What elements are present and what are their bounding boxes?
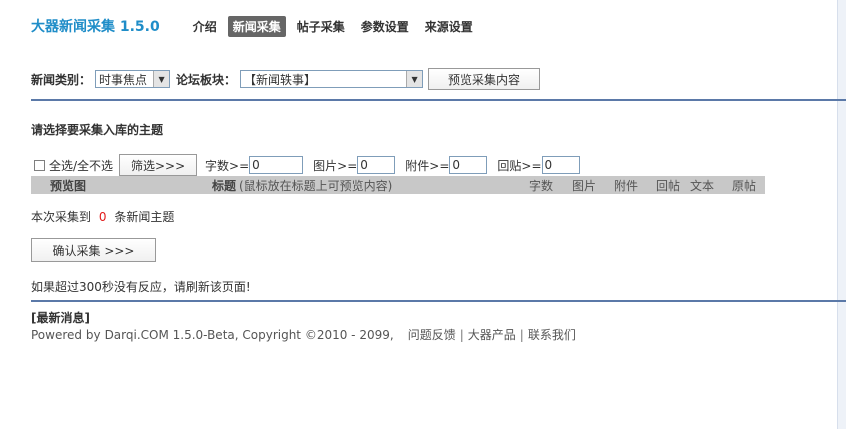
result-count: 0 [98, 210, 107, 224]
confirm-collect-button[interactable]: 确认采集 >>> [31, 238, 156, 262]
category-select-value: 时事焦点 [99, 72, 148, 87]
attachment-count-input[interactable]: 0 [449, 156, 488, 174]
preview-button[interactable]: 预览采集内容 [428, 68, 541, 90]
reply-count-input[interactable]: 0 [541, 156, 580, 174]
latest-news-label: [最新消息] [31, 311, 90, 325]
feedback-link[interactable]: 问题反馈 [408, 326, 456, 343]
table-header: 预览图 标题 (鼠标放在标题上可预览内容) 字数 图片 附件 回帖 文本 原帖 [31, 176, 765, 194]
tab-params[interactable]: 参数设置 [356, 16, 414, 37]
forum-label: 论坛板块： [176, 72, 237, 87]
app-title: 大器新闻采集 1.5.0 [31, 19, 160, 35]
word-count-label: 字数>= [205, 158, 250, 173]
header: 大器新闻采集 1.5.0 介绍 新闻采集 帖子采集 参数设置 来源设置 [31, 14, 484, 38]
powered-by-text: Powered by [31, 327, 101, 342]
col-images: 图片 [572, 179, 597, 193]
tab-sources[interactable]: 来源设置 [420, 16, 478, 37]
col-title-hint: (鼠标放在标题上可预览内容) [239, 179, 393, 193]
filter-button[interactable]: 筛选>>> [119, 154, 198, 176]
image-count-label: 图片>= [313, 158, 358, 173]
footer: Powered by Darqi.COM 1.5.0-Beta , Copyri… [31, 326, 576, 343]
copyright-text: , Copyright ©2010 - 2099, [234, 327, 394, 342]
timeout-note: 如果超过300秒没有反应，请刷新该页面! [31, 280, 251, 294]
select-all-label: 全选/全不选 [49, 158, 114, 173]
separator: | [519, 327, 524, 342]
result-suffix: 条新闻主题 [114, 210, 175, 224]
word-count-input[interactable]: 0 [249, 156, 304, 174]
forum-select-value: 【新闻轶事】 [244, 72, 317, 87]
category-select[interactable]: 时事焦点 ▼ [95, 70, 171, 88]
tab-news-collect[interactable]: 新闻采集 [227, 15, 286, 37]
reply-count-label: 回贴>= [497, 158, 542, 173]
category-label: 新闻类别： [31, 72, 92, 87]
criteria-row: 全选/全不选 筛选>>> 字数>= 0 图片>= 0 附件>= 0 回贴>= 0 [34, 154, 580, 176]
col-preview: 预览图 [50, 179, 87, 193]
col-title: 标题 [212, 179, 237, 193]
col-attachments: 附件 [614, 179, 639, 193]
filter-bar: 新闻类别： 时事焦点 ▼ 论坛板块： 【新闻轶事】 ▼ 预览采集内容 [31, 68, 541, 90]
image-count-input[interactable]: 0 [357, 156, 396, 174]
section-title: 请选择要采集入库的主题 [31, 123, 164, 137]
col-source: 原帖 [732, 179, 757, 193]
col-replies: 回帖 [656, 179, 681, 193]
result-prefix: 本次采集到 [31, 210, 92, 224]
col-words: 字数 [529, 179, 554, 193]
divider [31, 99, 846, 101]
forum-select[interactable]: 【新闻轶事】 ▼ [240, 70, 424, 88]
tab-post-collect[interactable]: 帖子采集 [292, 16, 350, 37]
col-text: 文本 [690, 179, 715, 193]
separator: | [459, 327, 464, 342]
result-line: 本次采集到 0 条新闻主题 [31, 208, 174, 225]
chevron-down-icon: ▼ [153, 71, 170, 87]
select-all-checkbox[interactable] [34, 159, 45, 171]
contact-link[interactable]: 联系我们 [528, 326, 576, 343]
scrollbar-track[interactable] [837, 0, 846, 429]
chevron-down-icon: ▼ [406, 71, 423, 87]
products-link[interactable]: 大器产品 [468, 326, 516, 343]
brand-link[interactable]: Darqi.COM 1.5.0-Beta [105, 328, 235, 342]
divider [31, 300, 846, 302]
tab-intro[interactable]: 介绍 [188, 16, 222, 37]
attachment-count-label: 附件>= [405, 158, 450, 173]
